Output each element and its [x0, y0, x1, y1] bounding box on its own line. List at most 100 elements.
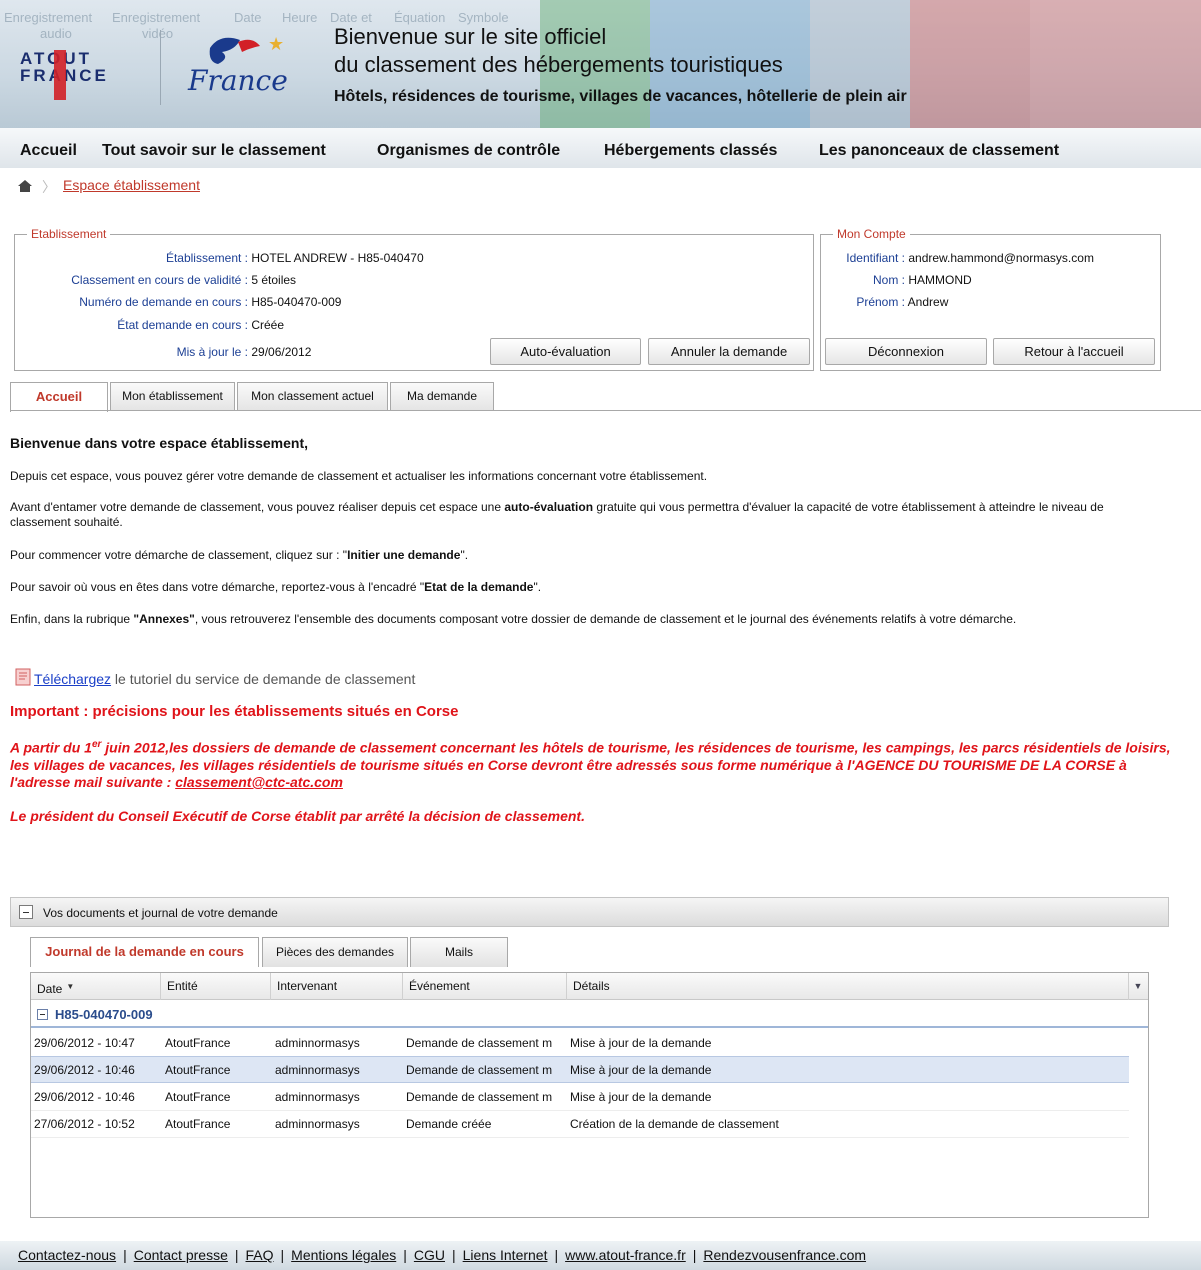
field-label: Nom :	[872, 273, 905, 287]
nav-item-hebergements[interactable]: Hébergements classés	[604, 142, 777, 160]
etat-emphasis: Etat de la demande	[424, 580, 534, 594]
intro-paragraph: Depuis cet espace, vous pouvez gérer vot…	[10, 469, 708, 483]
corse-mail-link[interactable]: classement@ctc-atc.com	[175, 774, 343, 790]
table-row[interactable]: 29/06/2012 - 10:46 AtoutFrance adminnorm…	[31, 1084, 1129, 1111]
annexes-paragraph: Enfin, dans la rubrique "Annexes", vous …	[10, 612, 1016, 627]
download-row: Téléchargez le tutoriel du service de de…	[14, 668, 415, 687]
nav-item-accueil[interactable]: Accueil	[20, 142, 77, 160]
ghost-text: Enregistrement	[112, 10, 201, 25]
etablissement-row: Numéro de demande en cours : H85-040470-…	[15, 295, 341, 309]
footer-separator: |	[403, 1247, 407, 1263]
etablissement-row: Classement en cours de validité : 5 étoi…	[15, 273, 296, 287]
footer-link-faq[interactable]: FAQ	[246, 1247, 274, 1263]
footer-link-rdv[interactable]: Rendezvousenfrance.com	[703, 1247, 866, 1263]
ghost-text: Enregistrement	[4, 10, 93, 25]
marianne-icon: ★ France	[187, 34, 288, 97]
site-subtitle: Hôtels, résidences de tourisme, villages…	[334, 88, 907, 105]
table-row[interactable]: 27/06/2012 - 10:52 AtoutFrance adminnorm…	[31, 1111, 1129, 1138]
president-notice: Le président du Conseil Exécutif de Cors…	[10, 808, 585, 824]
nav-item-panonceaux[interactable]: Les panonceaux de classement	[819, 142, 1059, 160]
cell-entite: AtoutFrance	[165, 1036, 231, 1050]
main-nav: Accueil Tout savoir sur le classement Or…	[0, 128, 1201, 168]
cell-evenement: Demande de classement m	[406, 1090, 553, 1104]
logo-script: France	[187, 64, 288, 97]
journal-grid: Date ▼ Entité Intervenant Événement Détai…	[30, 972, 1149, 1218]
document-icon	[15, 668, 31, 686]
account-row: Prénom : Andrew	[821, 295, 948, 309]
auto-evaluation-button[interactable]: Auto-évaluation	[490, 338, 641, 365]
footer-link-legal[interactable]: Mentions légales	[291, 1247, 396, 1263]
ghost-text: audio	[40, 26, 72, 41]
home-icon[interactable]	[18, 180, 32, 192]
field-label: Mis à jour le :	[176, 345, 248, 359]
logo-line1: ATOUT	[20, 50, 140, 67]
tab-mon-etablissement[interactable]: Mon établissement	[110, 382, 235, 411]
column-header-entite[interactable]: Entité	[161, 973, 271, 1000]
cell-entite: AtoutFrance	[165, 1090, 231, 1104]
cell-date: 27/06/2012 - 10:52	[34, 1117, 135, 1131]
atout-france-logo[interactable]: ATOUT FRANCE	[20, 50, 140, 100]
footer-link-contact[interactable]: Contactez-nous	[18, 1247, 116, 1263]
field-value: Créée	[251, 318, 285, 332]
nav-item-organismes[interactable]: Organismes de contrôle	[377, 142, 560, 160]
nav-item-tout-savoir[interactable]: Tout savoir sur le classement	[102, 142, 326, 160]
field-label: Prénom :	[856, 295, 905, 309]
field-label: Classement en cours de validité :	[71, 273, 248, 287]
tab-pieces[interactable]: Pièces des demandes	[262, 937, 408, 967]
etablissement-row: Mis à jour le : 29/06/2012	[15, 345, 312, 359]
grid-header: Date ▼ Entité Intervenant Événement Détai…	[31, 973, 1148, 1000]
tab-ma-demande[interactable]: Ma demande	[390, 382, 494, 411]
logo-divider	[160, 30, 161, 105]
column-header-evenement[interactable]: Événement	[403, 973, 567, 1000]
column-header-date[interactable]: Date ▼	[31, 973, 161, 1000]
group-row[interactable]: H85-040470-009	[31, 1001, 1148, 1028]
tab-accueil[interactable]: Accueil	[10, 382, 108, 412]
footer-link-liens[interactable]: Liens Internet	[463, 1247, 548, 1263]
account-fieldset: Mon Compte Identifiant : andrew.hammond@…	[820, 227, 1161, 371]
header-bg-tile	[1030, 0, 1201, 128]
table-row[interactable]: 29/06/2012 - 10:47 AtoutFrance adminnorm…	[31, 1030, 1129, 1057]
etablissement-fieldset: Etablissement Établissement : HOTEL ANDR…	[14, 227, 814, 371]
field-value: HAMMOND	[908, 273, 972, 287]
breadcrumb-current[interactable]: Espace établissement	[63, 177, 200, 193]
column-menu-icon[interactable]: ▼	[1128, 973, 1148, 1000]
ghost-text: Date	[234, 10, 262, 25]
documents-panel-header[interactable]: Vos documents et journal de votre demand…	[10, 897, 1169, 927]
footer-separator: |	[692, 1247, 697, 1263]
tab-mails[interactable]: Mails	[410, 937, 508, 967]
column-label: Date	[37, 982, 63, 996]
back-home-button[interactable]: Retour à l'accueil	[993, 338, 1155, 365]
collapse-icon[interactable]	[19, 905, 33, 919]
download-text: le tutoriel du service de demande de cla…	[111, 671, 416, 687]
table-row[interactable]: 29/06/2012 - 10:46 AtoutFrance adminnorm…	[31, 1056, 1129, 1083]
text-span: Enfin, dans la rubrique	[10, 612, 134, 626]
tab-mon-classement-actuel[interactable]: Mon classement actuel	[237, 382, 388, 411]
annexes-emphasis: "Annexes"	[133, 612, 195, 626]
welcome-title: Bienvenue dans votre espace établissemen…	[10, 435, 309, 451]
logout-button[interactable]: Déconnexion	[825, 338, 987, 365]
cell-intervenant: adminnormasys	[275, 1036, 360, 1050]
start-paragraph: Pour commencer votre démarche de classem…	[10, 548, 468, 563]
group-collapse-icon[interactable]	[37, 1009, 48, 1020]
ghost-text: Symbole	[458, 10, 509, 25]
cell-intervenant: adminnormasys	[275, 1117, 360, 1131]
cell-details: Mise à jour de la demande	[570, 1090, 712, 1104]
text-span: A partir du 1	[10, 739, 92, 756]
site-footer: Contactez-nous | Contact presse | FAQ | Mentio…	[0, 1241, 1201, 1270]
footer-link-cgu[interactable]: CGU	[414, 1247, 445, 1263]
ghost-text: Date et	[330, 10, 372, 25]
column-header-intervenant[interactable]: Intervenant	[271, 973, 403, 1000]
download-tutorial-link[interactable]: Téléchargez	[34, 671, 111, 687]
cell-evenement: Demande de classement m	[406, 1036, 553, 1050]
text-span: ".	[460, 548, 469, 562]
footer-link-atout[interactable]: www.atout-france.fr	[565, 1247, 686, 1263]
column-header-details[interactable]: Détails	[567, 973, 1129, 1000]
account-legend: Mon Compte	[833, 227, 910, 241]
account-row: Identifiant : andrew.hammond@normasys.co…	[821, 251, 1094, 265]
tab-journal[interactable]: Journal de la demande en cours	[30, 937, 259, 967]
footer-link-press[interactable]: Contact presse	[134, 1247, 228, 1263]
footer-separator: |	[280, 1247, 285, 1263]
cancel-request-button[interactable]: Annuler la demande	[648, 338, 810, 365]
panel-title: Vos documents et journal de votre demand…	[43, 906, 278, 920]
field-value: 5 étoiles	[251, 273, 297, 287]
